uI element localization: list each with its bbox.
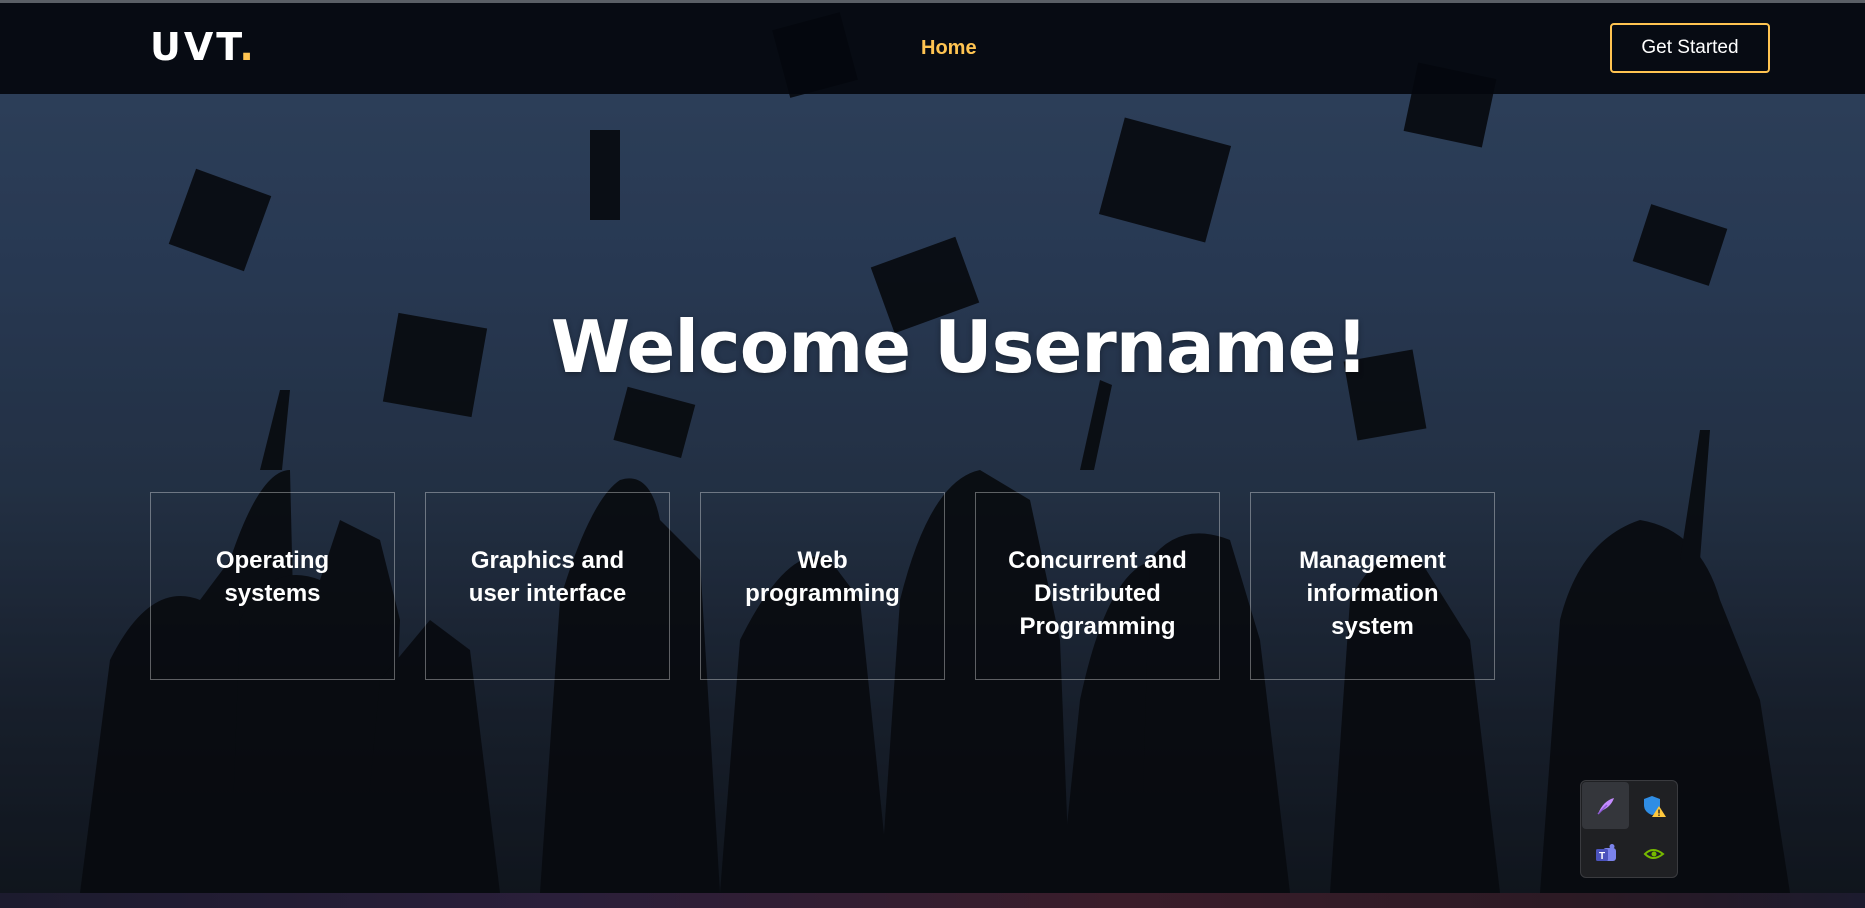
site-header: UVT. Home Get Started: [0, 3, 1865, 94]
course-card-graphics-ui[interactable]: Graphics and user interface: [425, 492, 670, 680]
bottom-strip: [0, 893, 1865, 908]
logo-dot: .: [239, 25, 257, 69]
security-warning-icon[interactable]: [1630, 782, 1677, 829]
teams-icon[interactable]: T: [1582, 830, 1629, 877]
nvidia-icon[interactable]: [1630, 830, 1677, 877]
site-logo[interactable]: UVT.: [150, 25, 257, 69]
hero-overlay: [0, 0, 1865, 893]
course-card-management-info[interactable]: Management information system: [1250, 492, 1495, 680]
svg-text:T: T: [1598, 851, 1604, 862]
course-card-web-programming[interactable]: Web programming: [700, 492, 945, 680]
get-started-button[interactable]: Get Started: [1610, 23, 1770, 73]
course-card-label: Graphics and user interface: [468, 547, 627, 607]
welcome-title: Welcome Username!: [550, 305, 1369, 389]
nav-home-link[interactable]: Home: [921, 37, 977, 60]
course-card-operating-systems[interactable]: Operating systems: [150, 492, 395, 680]
course-card-label: Operating systems: [215, 547, 330, 607]
course-card-label: Management information system: [1299, 547, 1446, 640]
top-border: [0, 0, 1865, 3]
hero-background: [0, 0, 1865, 893]
course-card-label: Web programming: [745, 547, 900, 607]
system-tray-overflow: T: [1580, 780, 1678, 878]
course-card-concurrent-distributed[interactable]: Concurrent and Distributed Programming: [975, 492, 1220, 680]
logo-text: UVT: [150, 25, 240, 69]
feather-app-icon[interactable]: [1582, 782, 1629, 829]
course-card-label: Concurrent and Distributed Programming: [1008, 547, 1187, 640]
